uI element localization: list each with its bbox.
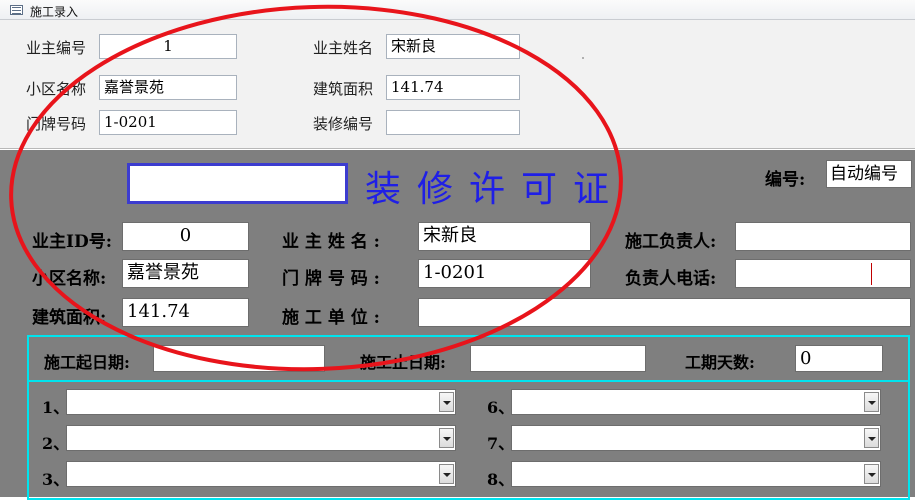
red-annotation-ellipse [9, 4, 623, 372]
